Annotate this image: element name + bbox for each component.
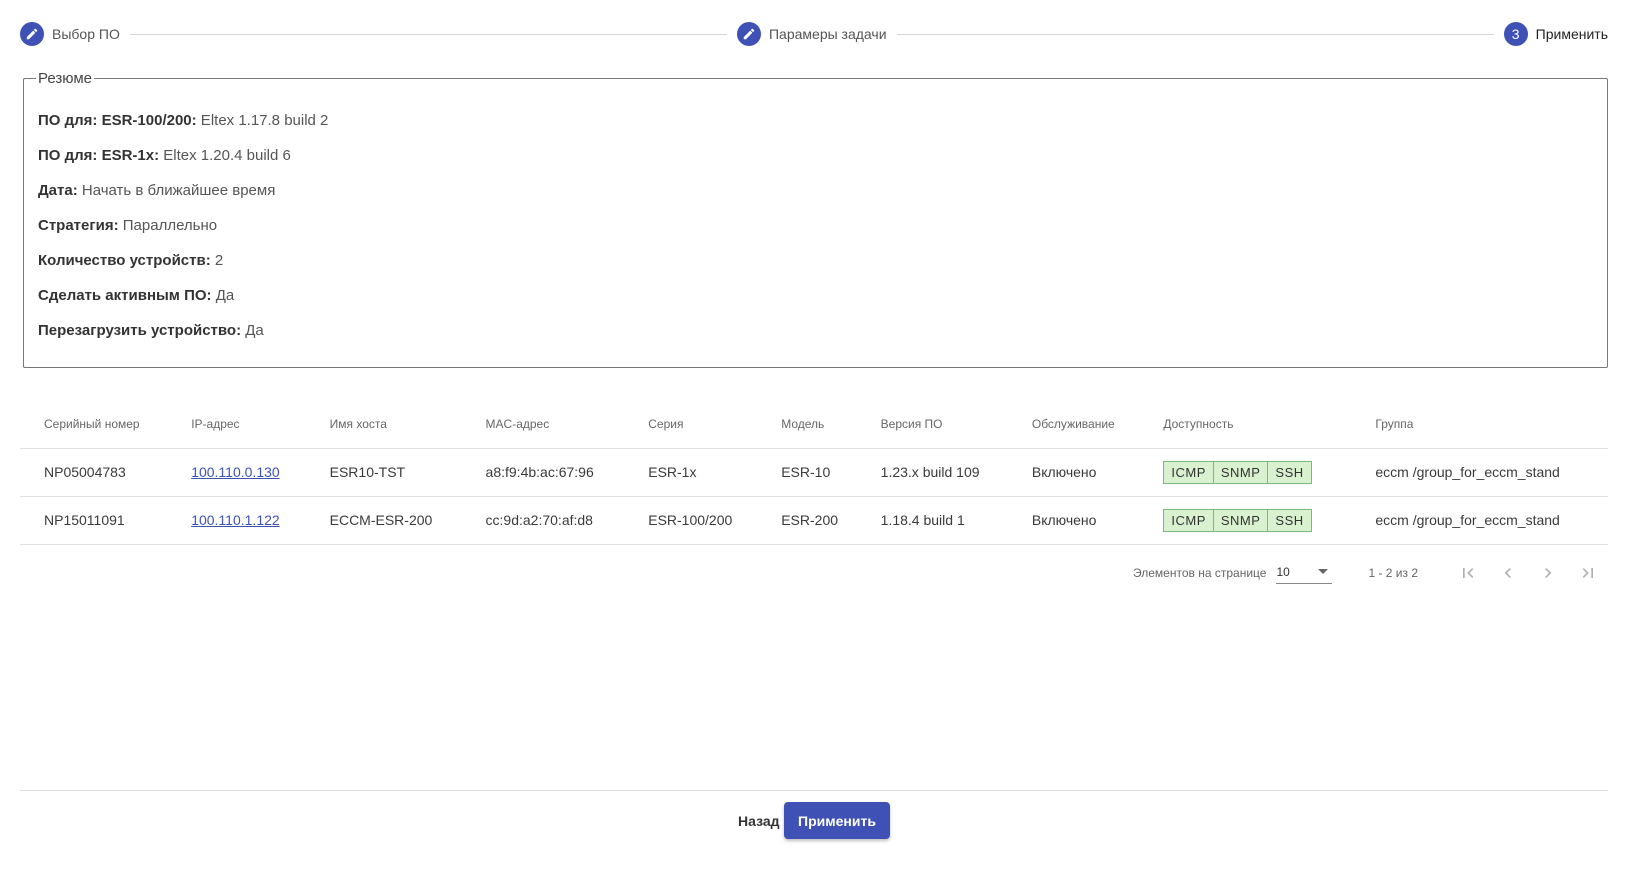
summary-value: Да [241,322,264,339]
cell-group: eccm /group_for_eccm_stand [1351,448,1608,497]
ip-link[interactable]: 100.110.0.130 [191,464,280,480]
availability-icmp: ICMP [1164,509,1214,531]
devices-table: Серийный номер IP-адрес Имя хоста MAC-ад… [20,400,1608,545]
cell-serial: NP05004783 [20,448,168,497]
table-header-row: Серийный номер IP-адрес Имя хоста MAC-ад… [20,400,1608,449]
summary-row: ПО для: ESR-100/200: Eltex 1.17.8 build … [38,103,1593,138]
availability-snmp: SNMP [1214,509,1269,531]
summary-label: Стратегия: [38,217,119,234]
summary-label: ПО для: ESR-1x: [38,147,160,164]
previous-page-button[interactable] [1488,553,1528,593]
availability-badges: ICMP SNMP SSH [1163,508,1312,532]
availability-ssh: SSH [1275,464,1304,480]
cell-model: ESR-10 [757,448,857,497]
cell-mac: cc:9d:a2:70:af:d8 [461,496,625,545]
col-hostname[interactable]: Имя хоста [305,400,462,449]
items-per-page-label: Элементов на странице [1133,566,1267,580]
summary-label: Количество устройств: [38,252,211,269]
step-task-params[interactable]: Парамеры задачи [736,22,887,46]
next-page-button[interactable] [1528,553,1568,593]
step-select-software[interactable]: Выбор ПО [20,22,120,46]
ip-link[interactable]: 100.110.1.122 [191,512,280,528]
cell-version: 1.18.4 build 1 [856,496,1008,545]
last-page-icon [1582,568,1593,578]
summary-row: ПО для: ESR-1x: Eltex 1.20.4 build 6 [38,138,1593,173]
availability-badges: ICMP SNMP SSH [1163,460,1312,484]
summary-value: Eltex 1.20.4 build 6 [159,147,291,164]
summary-row: Количество устройств: 2 [38,243,1593,278]
summary-value: 2 [210,252,224,269]
step-label: Выбор ПО [52,26,120,42]
cell-model: ESR-200 [757,496,857,545]
availability-snmp: SNMP [1214,461,1269,483]
first-page-icon [1463,568,1474,578]
apply-button[interactable]: Применить [784,802,890,839]
summary-row: Стратегия: Параллельно [38,208,1593,243]
cell-service: Включено [1007,496,1140,545]
summary-row: Перезагрузить устройство: Да [38,313,1593,348]
table-row: NP05004783 100.110.0.130 ESR10-TST a8:f9… [20,448,1608,497]
col-version[interactable]: Версия ПО [856,400,1008,449]
summary-row: Дата: Начать в ближайшее время [38,173,1593,208]
stepper: Выбор ПО Парамеры задачи 3 Применить [20,20,1608,48]
col-model[interactable]: Модель [757,400,857,449]
chevron-right-icon [1545,568,1552,578]
summary-value: Параллельно [118,217,218,234]
step-connector [129,33,727,35]
summary-label: Перезагрузить устройство: [38,322,242,339]
col-availability[interactable]: Доступность [1139,400,1352,449]
page-size-value: 10 [1276,564,1290,579]
step-apply[interactable]: 3 Применить [1503,22,1609,46]
summary-panel: Резюме ПО для: ESR-100/200: Eltex 1.17.8… [23,70,1608,368]
summary-label: ПО для: ESR-100/200: [38,112,197,129]
summary-value: Начать в ближайшее время [77,182,276,199]
first-page-button[interactable] [1448,553,1488,593]
cell-ip: 100.110.1.122 [167,496,306,545]
col-serial[interactable]: Серийный номер [20,400,168,449]
table-row: NP15011091 100.110.1.122 ECCM-ESR-200 cc… [20,496,1608,545]
cell-mac: a8:f9:4b:ac:67:96 [461,448,625,497]
summary-label: Сделать активным ПО: [38,287,212,304]
summary-label: Дата: [38,182,78,199]
last-page-button[interactable] [1568,553,1608,593]
cell-group: eccm /group_for_eccm_stand [1351,496,1608,545]
col-series[interactable]: Серия [624,400,758,449]
back-button[interactable]: Назад [730,803,788,839]
cell-serial: NP15011091 [20,496,168,545]
cell-hostname: ESR10-TST [305,448,462,497]
cell-ip: 100.110.0.130 [167,448,306,497]
paginator: Элементов на странице 10 1 - 2 из 2 [20,545,1608,601]
summary-value: Да [211,287,235,304]
cell-availability: ICMP SNMP SSH [1139,448,1352,497]
availability-ssh: SSH [1275,512,1304,528]
step-connector [896,33,1494,35]
cell-series: ESR-1x [624,448,758,497]
col-group[interactable]: Группа [1351,400,1608,449]
chevron-left-icon [1504,568,1511,578]
step-label: Парамеры задачи [768,26,887,42]
cell-service: Включено [1007,448,1140,497]
dropdown-arrow-icon [1318,569,1329,574]
footer-divider [20,790,1608,791]
page-range-label: 1 - 2 из 2 [1368,566,1418,580]
col-service[interactable]: Обслуживание [1007,400,1140,449]
summary-title: Резюме [38,70,92,87]
summary-row: Сделать активным ПО: Да [38,278,1593,313]
cell-availability: ICMP SNMP SSH [1139,496,1352,545]
pencil-icon [736,22,761,46]
col-ip[interactable]: IP-адрес [167,400,306,449]
step-number: 3 [1503,22,1528,46]
pencil-icon [20,22,44,46]
cell-series: ESR-100/200 [624,496,758,545]
summary-value: Eltex 1.17.8 build 2 [196,112,329,129]
cell-hostname: ECCM-ESR-200 [305,496,462,545]
availability-icmp: ICMP [1164,461,1214,483]
cell-version: 1.23.x build 109 [856,448,1008,497]
col-mac[interactable]: MAC-адрес [461,400,625,449]
step-label: Применить [1535,26,1609,42]
page-size-select[interactable]: 10 [1276,563,1333,584]
